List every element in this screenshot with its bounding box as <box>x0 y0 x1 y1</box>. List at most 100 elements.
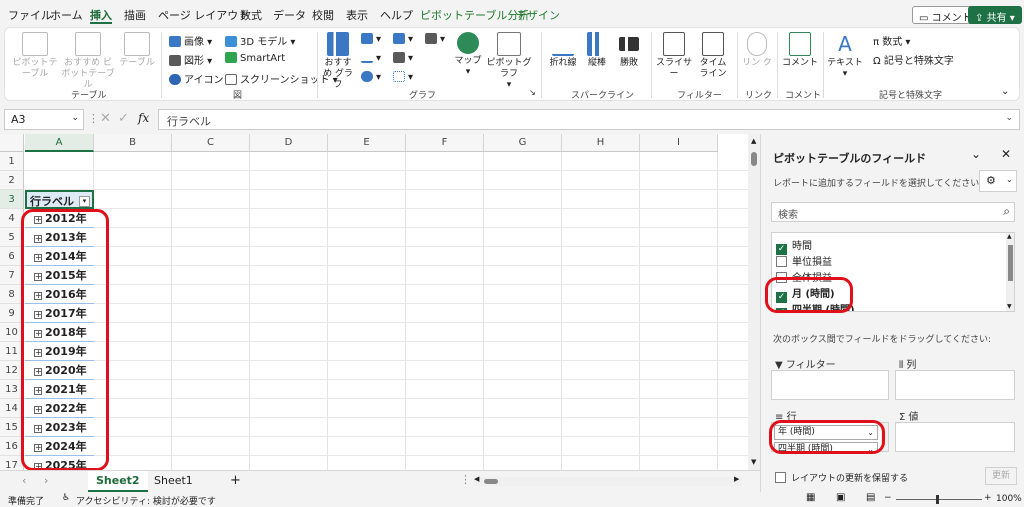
fx-icon[interactable]: fx <box>138 111 149 125</box>
horizontal-scrollbar[interactable]: ◀ ▶ <box>474 475 742 486</box>
filter-dropdown-icon[interactable]: ▾ <box>79 196 90 207</box>
column-chart-button[interactable]: ▾ <box>361 33 381 45</box>
scroll-up-icon[interactable]: ▲ <box>751 137 756 145</box>
field-list-scrollbar[interactable]: ▲ ▼ <box>1006 233 1014 311</box>
prev-sheet-icon[interactable]: ‹ <box>22 474 26 487</box>
sheet-tab-sheet1[interactable]: Sheet1 <box>146 471 201 492</box>
link-button[interactable]: リン ク <box>741 32 773 69</box>
sparkline-winloss-button[interactable]: 勝敗 <box>613 32 645 69</box>
menu-view[interactable]: 表示 <box>346 7 368 23</box>
add-sheet-icon[interactable]: + <box>230 473 241 488</box>
column-header-g[interactable]: G <box>484 134 562 152</box>
row-header-3[interactable]: 3 <box>0 190 24 209</box>
spreadsheet-grid[interactable]: ABCDEFGHI 1 2 3 4 5 6 7 8 9 10 11 12 13 14 15 16 17 行ラベル… <box>0 134 748 470</box>
column-header-e[interactable]: E <box>328 134 406 152</box>
zoom-out-icon[interactable]: − <box>884 493 892 503</box>
update-button[interactable]: 更新 <box>985 467 1017 485</box>
menu-pivot-analyze[interactable]: ピボットテーブル分析 <box>420 7 529 23</box>
cancel-icon[interactable]: ✕ <box>100 111 111 126</box>
ribbon-collapse-icon[interactable]: ⌄ <box>1001 86 1009 97</box>
chevron-down-icon[interactable]: ⌄ <box>71 113 79 123</box>
3d-model-button[interactable]: 3D モデル ▾ <box>225 33 295 48</box>
page-break-view-icon[interactable]: ▤ <box>866 492 875 503</box>
pivot-table-button[interactable]: ピボットテーブル <box>11 32 59 80</box>
column-header-i[interactable]: I <box>640 134 718 152</box>
columns-drop-area[interactable] <box>895 370 1015 400</box>
menu-file[interactable]: ファイル <box>8 7 52 23</box>
zoom-in-icon[interactable]: + <box>984 493 992 503</box>
pane-settings-button[interactable]: ⚙ ⌄ <box>979 170 1017 192</box>
share-button[interactable]: ⇪ 共有 ▾ <box>968 6 1022 24</box>
scroll-thumb[interactable] <box>751 152 757 166</box>
name-box[interactable]: A3 ⌄ <box>4 109 84 130</box>
menu-help[interactable]: ヘルプ <box>380 7 413 23</box>
column-header-c[interactable]: C <box>172 134 250 152</box>
slicer-button[interactable]: スライサー <box>655 32 693 80</box>
zoom-slider[interactable] <box>896 499 982 500</box>
pivot-header-cell[interactable]: 行ラベル ▾ <box>25 190 94 209</box>
filter-drop-area[interactable] <box>771 370 889 400</box>
recommended-pivot-button[interactable]: おすすめ ピボットテーブル <box>61 32 115 91</box>
combo-chart-button[interactable]: ▾ <box>425 33 445 45</box>
tabs-splitter-icon[interactable]: ⋮ <box>460 473 471 486</box>
column-header-h[interactable]: H <box>562 134 640 152</box>
insert-comment-button[interactable]: コメント <box>781 32 819 69</box>
close-icon[interactable]: ✕ <box>1001 147 1011 161</box>
h-scroll-thumb[interactable] <box>484 479 498 484</box>
select-all-corner[interactable] <box>0 134 24 152</box>
sheet-tab-sheet2[interactable]: Sheet2 <box>88 471 148 492</box>
table-button[interactable]: テーブル <box>119 32 155 69</box>
menu-insert[interactable]: 挿入 <box>90 7 112 23</box>
checkbox-unchecked-icon[interactable] <box>776 256 787 267</box>
accessibility-status[interactable]: アクセシビリティ: 検討が必要です <box>76 494 216 507</box>
zoom-level[interactable]: 100% <box>996 494 1022 504</box>
smartart-button[interactable]: SmartArt <box>225 52 285 64</box>
column-header-a[interactable]: A <box>25 134 94 152</box>
equation-button[interactable]: π 数式 ▾ <box>873 33 910 48</box>
zoom-slider-thumb[interactable] <box>936 495 939 504</box>
menu-data[interactable]: データ <box>273 7 306 23</box>
row-header-2[interactable]: 2 <box>0 171 24 190</box>
timeline-button[interactable]: タイム ライン <box>695 32 731 80</box>
line-chart-button[interactable]: ▾ <box>361 52 381 64</box>
pane-options-chevron-icon[interactable]: ⌄ <box>971 147 981 161</box>
waterfall-chart-button[interactable]: ▾ <box>393 52 413 64</box>
menu-home[interactable]: ホーム <box>50 7 83 23</box>
hierarchy-chart-button[interactable]: ▾ <box>393 33 413 45</box>
menu-design[interactable]: デザイン <box>516 7 560 23</box>
expand-formula-icon[interactable]: ⌄ <box>1005 113 1013 123</box>
field-list-scroll-thumb[interactable] <box>1008 245 1013 281</box>
chart-dialog-launcher-icon[interactable]: ↘ <box>529 88 536 97</box>
menu-page-layout[interactable]: ページ レイアウト <box>158 7 249 23</box>
pie-chart-button[interactable]: ▾ <box>361 71 381 83</box>
page-layout-view-icon[interactable]: ▣ <box>836 492 845 503</box>
menu-formulas[interactable]: 数式 <box>240 7 262 23</box>
formula-input[interactable]: 行ラベル ⌄ <box>158 109 1020 130</box>
scroll-right-icon[interactable]: ▶ <box>734 475 739 483</box>
sparkline-line-button[interactable]: 折れ線 <box>545 32 581 69</box>
textbox-button[interactable]: A テキスト ▾ <box>825 32 865 80</box>
scroll-left-icon[interactable]: ◀ <box>474 475 479 483</box>
column-header-b[interactable]: B <box>94 134 172 152</box>
scroll-down-icon[interactable]: ▼ <box>1007 303 1012 310</box>
shapes-button[interactable]: 図形 ▾ <box>169 52 212 67</box>
defer-update-checkbox[interactable]: レイアウトの更新を保留する <box>775 471 908 484</box>
pivot-chart-button[interactable]: ピボットグラフ ▾ <box>485 32 533 91</box>
recommended-charts-button[interactable]: おすすめ グラフ <box>321 32 355 91</box>
scroll-up-icon[interactable]: ▲ <box>1007 233 1012 240</box>
values-drop-area[interactable] <box>895 422 1015 452</box>
column-header-f[interactable]: F <box>406 134 484 152</box>
symbol-button[interactable]: Ω 記号と特殊文字 <box>873 52 954 67</box>
icons-button[interactable]: アイコン <box>169 71 224 86</box>
row-header-1[interactable]: 1 <box>0 152 24 171</box>
maps-button[interactable]: マップ ▾ <box>451 32 485 78</box>
column-header-d[interactable]: D <box>250 134 328 152</box>
menu-draw[interactable]: 描画 <box>124 7 146 23</box>
enter-icon[interactable]: ✓ <box>118 111 129 126</box>
menu-review[interactable]: 校閲 <box>312 7 334 23</box>
field-search-input[interactable]: 検索 ⌕ <box>771 202 1015 222</box>
sparkline-column-button[interactable]: 縦棒 <box>581 32 613 69</box>
next-sheet-icon[interactable]: › <box>44 474 48 487</box>
image-button[interactable]: 画像 ▾ <box>169 33 212 48</box>
scroll-down-icon[interactable]: ▼ <box>751 458 756 466</box>
